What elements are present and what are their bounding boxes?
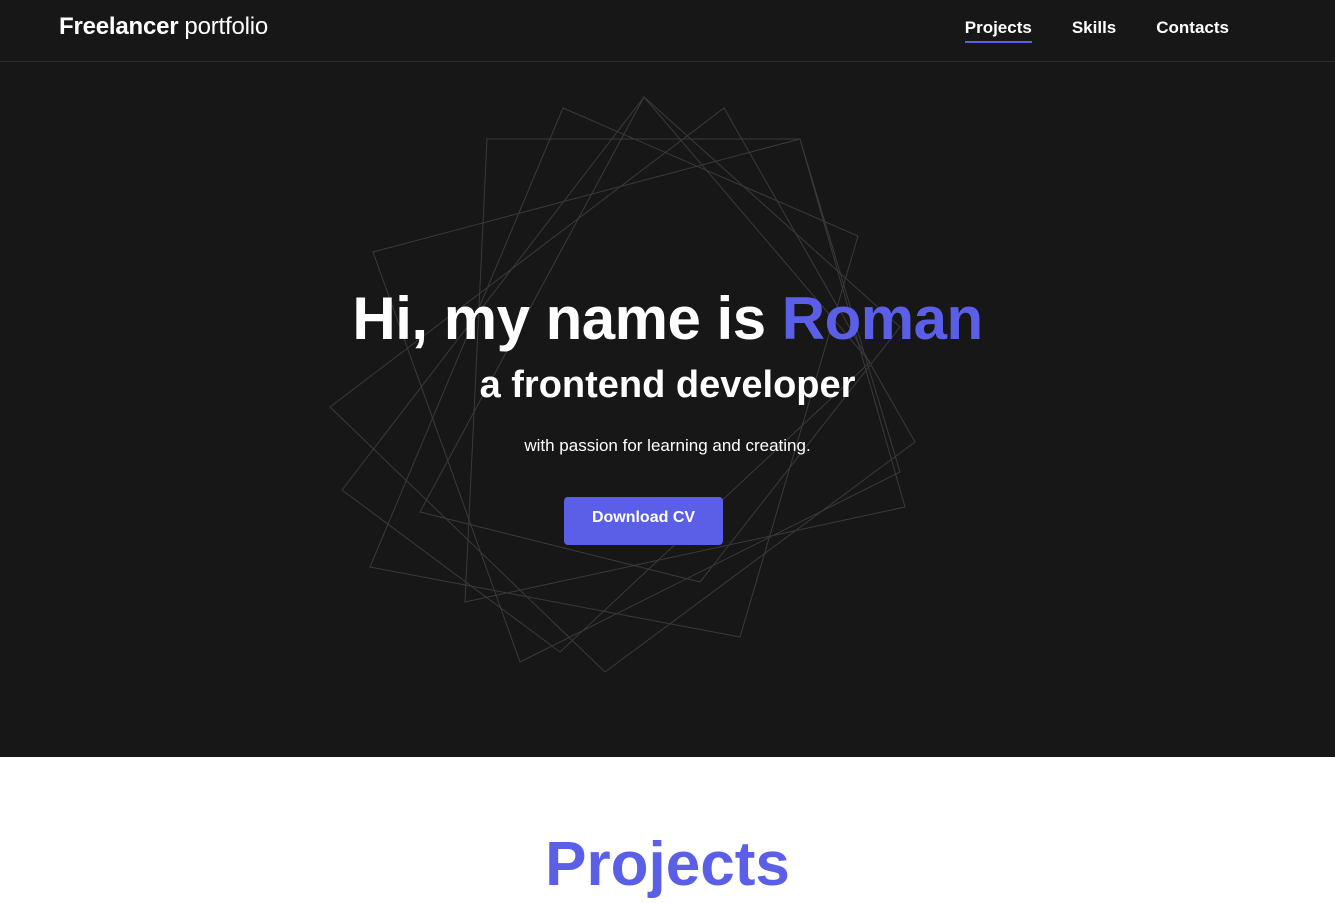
projects-heading: Projects (545, 830, 790, 899)
site-header: Freelancer portfolio Projects Skills Cont… (0, 0, 1335, 62)
hero-title-name: Roman (781, 285, 983, 352)
download-cv-button[interactable]: Download CV (564, 497, 723, 545)
hero-background-pattern (329, 96, 916, 673)
site-logo[interactable]: Freelancer portfolio (59, 13, 268, 41)
hero-subtitle: a frontend developer (479, 364, 856, 406)
nav-item-projects[interactable]: Projects (964, 18, 1032, 43)
hero-tagline: with passion for learning and creating. (524, 436, 811, 455)
nav-item-contacts[interactable]: Contacts (1156, 18, 1229, 43)
main-nav: Projects Skills Contacts (964, 18, 1229, 43)
projects-section: Projects (0, 757, 1335, 903)
logo-light-text: portfolio (184, 13, 269, 40)
hero-title: Hi, my name is Roman (0, 284, 1335, 353)
logo-strong-text: Freelancer (59, 13, 179, 40)
hero-section: Hi, my name is Roman a frontend develope… (0, 62, 1335, 757)
nav-item-skills[interactable]: Skills (1072, 18, 1116, 43)
hero-title-prefix: Hi, my name is (352, 285, 782, 352)
